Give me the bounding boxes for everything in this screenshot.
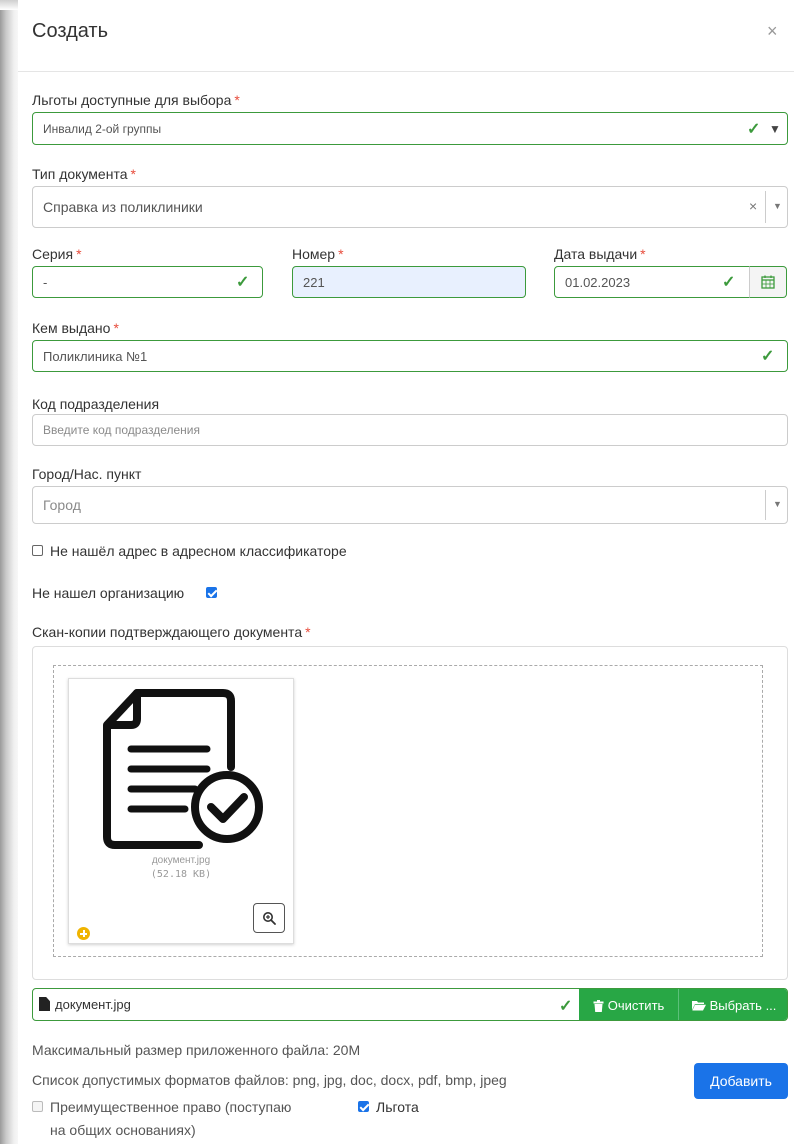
benefit-label: Льгота (376, 1099, 419, 1115)
division-code-input[interactable]: Введите код подразделения (32, 414, 788, 446)
valid-check-icon: ✓ (761, 348, 775, 365)
preference-label-line1: Преимущественное право (поступаю (50, 1099, 292, 1115)
benefit-checkbox[interactable] (358, 1101, 369, 1112)
trash-icon (593, 999, 604, 1012)
chevron-down-icon: ▼ (769, 122, 781, 136)
preview-file-name: документ.jpg (151, 855, 211, 866)
modal-header: Создать × (18, 0, 794, 72)
zoom-in-icon (263, 912, 276, 925)
drop-zone[interactable]: документ.jpg (52.18 KB) (53, 665, 763, 957)
preview-file-size: (52.18 KB) (150, 869, 212, 880)
no-address-checkbox[interactable] (32, 545, 43, 556)
issued-by-input[interactable]: Поликлиника №1 ✓ (32, 340, 788, 372)
benefits-label: Льготы доступные для выбора * (32, 92, 240, 108)
upload-plus-icon[interactable] (77, 927, 90, 940)
folder-open-icon (691, 1001, 706, 1011)
benefits-select[interactable]: Инвалид 2-ой группы ✓ ▼ (32, 112, 788, 145)
dropdown-arrow-icon[interactable]: ▼ (773, 499, 782, 509)
max-size-text: Максимальный размер приложенного файла: … (32, 1042, 361, 1058)
valid-check-icon: ✓ (747, 121, 761, 138)
no-address-label: Не нашёл адрес в адресном классификаторе (50, 543, 347, 559)
preference-checkbox[interactable] (32, 1101, 43, 1112)
choose-file-button[interactable]: Выбрать ... (679, 989, 787, 1020)
document-check-icon (103, 689, 263, 849)
formats-text: Список допустимых форматов файлов: png, … (32, 1072, 507, 1088)
valid-check-icon: ✓ (236, 274, 250, 291)
selected-file-name: документ.jpg (55, 997, 131, 1012)
doc-type-select[interactable]: Справка из поликлиники × ▼ (32, 186, 788, 228)
add-button[interactable]: Добавить (694, 1063, 788, 1099)
preference-label-line2: на общих основаниях) (50, 1122, 196, 1138)
file-preview-card: документ.jpg (52.18 KB) (68, 678, 294, 944)
valid-check-icon: ✓ (722, 274, 736, 291)
calendar-button[interactable] (749, 266, 787, 298)
file-icon (39, 997, 50, 1011)
modal-title: Создать (32, 20, 109, 42)
series-label: Серия * (32, 246, 82, 262)
select-divider (765, 490, 766, 520)
calendar-icon (761, 275, 775, 289)
issue-date-input[interactable]: 01.02.2023 ✓ (554, 266, 750, 298)
issue-date-label: Дата выдачи * (554, 246, 646, 262)
doc-type-label: Тип документа * (32, 166, 136, 182)
close-icon[interactable]: × (767, 22, 778, 40)
create-modal: Создать × Льготы доступные для выбора * И… (18, 0, 794, 1144)
city-label: Город/Нас. пункт (32, 466, 142, 482)
clear-selection-icon[interactable]: × (749, 198, 757, 214)
division-code-label: Код подразделения (32, 396, 160, 412)
no-org-label: Не нашел организацию (32, 585, 185, 601)
dropdown-arrow-icon[interactable]: ▼ (773, 201, 782, 211)
scans-label: Скан-копии подтверждающего документа * (32, 624, 311, 640)
select-divider (765, 191, 766, 223)
city-select[interactable]: Город ▼ (32, 486, 788, 524)
clear-file-button[interactable]: Очистить (579, 989, 679, 1020)
valid-check-icon: ✓ (559, 998, 573, 1015)
number-input[interactable]: 221 (292, 266, 526, 298)
issued-by-label: Кем выдано * (32, 320, 119, 336)
series-input[interactable]: - ✓ (32, 266, 263, 298)
file-input-bar: документ.jpg ✓ Очистить Выбрать ... (32, 988, 788, 1021)
number-label: Номер * (292, 246, 344, 262)
zoom-button[interactable] (253, 903, 285, 933)
no-org-checkbox[interactable] (206, 587, 217, 598)
file-upload-area: документ.jpg (52.18 KB) (32, 646, 788, 980)
